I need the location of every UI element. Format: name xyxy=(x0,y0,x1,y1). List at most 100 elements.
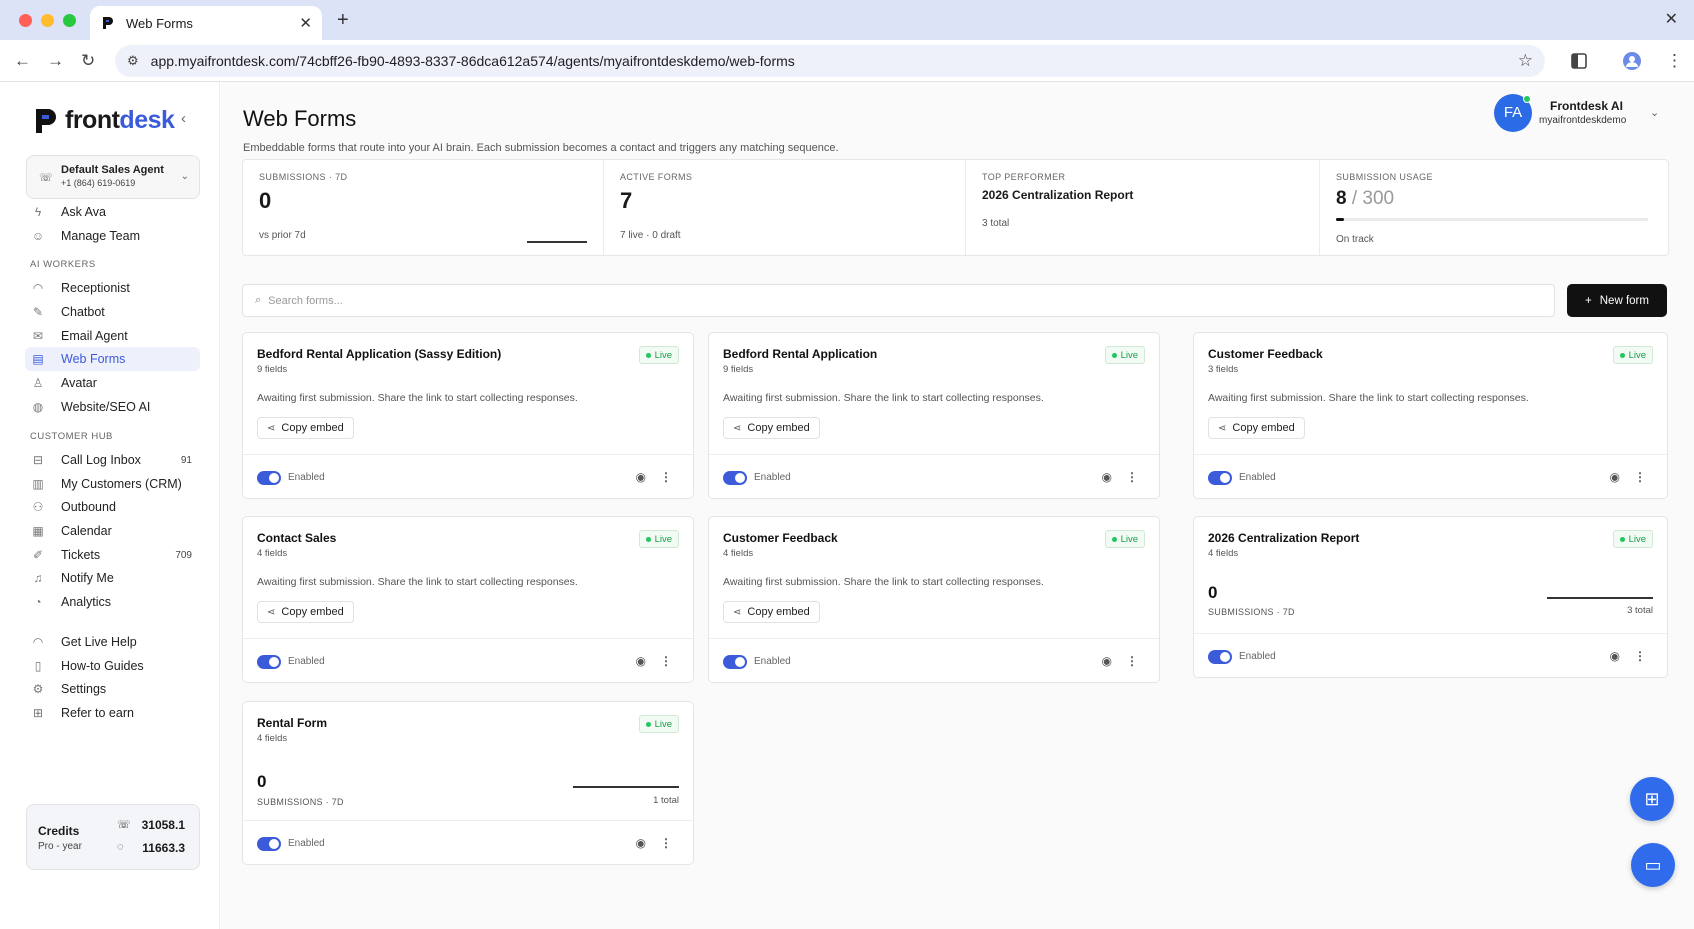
share-icon: ⋖ xyxy=(733,606,742,618)
more-options-icon[interactable]: ⋮ xyxy=(660,470,672,484)
frontdesk-logo[interactable]: front desk xyxy=(33,106,175,135)
preview-eye-icon[interactable]: ◉ xyxy=(636,470,646,484)
nav-notify-me[interactable]: ♫ Notify Me xyxy=(25,566,200,590)
browser-menu-icon[interactable]: ⋮ xyxy=(1666,51,1683,71)
nav-label: Website/SEO AI xyxy=(61,400,151,414)
form-field-count: 9 fields xyxy=(723,364,754,375)
submission-trend-line xyxy=(573,786,679,788)
nav-label: Web Forms xyxy=(61,352,126,366)
form-card[interactable]: Rental Form 4 fields Live 0 SUBMISSIONS … xyxy=(242,701,694,865)
credits-panel[interactable]: Credits Pro - year ☏ 31058.1 ◌ 11663.3 xyxy=(26,804,200,870)
nav-how-to-guides[interactable]: ▯ How-to Guides xyxy=(25,654,200,678)
form-title: Rental Form xyxy=(257,716,328,730)
preview-eye-icon[interactable]: ◉ xyxy=(1102,470,1112,484)
nav-ask-ava[interactable]: ϟ Ask Ava xyxy=(25,200,200,224)
nav-settings[interactable]: ⚙ Settings xyxy=(25,677,200,701)
more-options-icon[interactable]: ⋮ xyxy=(660,836,672,850)
form-card[interactable]: Bedford Rental Application 9 fields Live… xyxy=(708,332,1160,499)
bookmark-star-icon[interactable]: ☆ xyxy=(1518,51,1533,71)
enabled-toggle[interactable] xyxy=(257,837,281,851)
form-card[interactable]: Contact Sales 4 fields Live Awaiting fir… xyxy=(242,516,694,683)
window-close-icon[interactable]: ✕ xyxy=(1665,9,1678,29)
forward-arrow-icon[interactable]: → xyxy=(47,51,64,71)
status-badge: Live xyxy=(638,530,679,548)
form-card[interactable]: Bedford Rental Application (Sassy Editio… xyxy=(242,332,694,499)
nav-web-forms[interactable]: ▤ Web Forms xyxy=(25,347,200,371)
search-input[interactable]: ⌕ Search forms... xyxy=(242,284,1555,317)
tab-title: Web Forms xyxy=(126,15,193,31)
inbox-icon: ⊟ xyxy=(32,453,44,467)
user-menu[interactable]: FA Frontdesk AI myaifrontdeskdemo ⌄ xyxy=(1494,94,1674,134)
stat-active-forms: ACTIVE FORMS 7 7 live · 0 draft xyxy=(604,160,966,255)
nav-email-agent[interactable]: ✉ Email Agent xyxy=(25,324,200,348)
nav-manage-team[interactable]: ☺ Manage Team xyxy=(25,224,200,248)
status-badge: Live xyxy=(1104,346,1145,364)
more-options-icon[interactable]: ⋮ xyxy=(1634,649,1646,663)
preview-eye-icon[interactable]: ◉ xyxy=(1102,654,1112,668)
preview-eye-icon[interactable]: ◉ xyxy=(1610,649,1620,663)
nav-chatbot[interactable]: ✎ Chatbot xyxy=(25,300,200,324)
copy-embed-button[interactable]: ⋖ Copy embed xyxy=(257,417,354,439)
share-icon: ⋖ xyxy=(733,422,742,434)
profile-avatar-icon[interactable] xyxy=(1623,52,1641,70)
enabled-toggle[interactable] xyxy=(1208,650,1232,664)
url-bar[interactable]: ⚙ app.myaifrontdesk.com/74cbff26-fb90-48… xyxy=(115,45,1545,77)
new-tab-icon[interactable]: + xyxy=(337,9,349,32)
nav-outbound[interactable]: ⚇ Outbound xyxy=(25,495,200,519)
more-options-icon[interactable]: ⋮ xyxy=(660,654,672,668)
new-form-button[interactable]: + New form xyxy=(1567,284,1667,317)
enabled-label: Enabled xyxy=(288,656,325,667)
nav-analytics[interactable]: ◔ Analytics xyxy=(25,590,200,614)
collapse-sidebar-icon[interactable]: ‹ xyxy=(181,110,186,127)
preview-eye-icon[interactable]: ◉ xyxy=(636,836,646,850)
enabled-label: Enabled xyxy=(1239,472,1276,483)
submissions-label: SUBMISSIONS · 7D xyxy=(257,797,344,807)
chat-fab-button[interactable]: ▭ xyxy=(1631,843,1675,887)
nav-avatar[interactable]: ♙ Avatar xyxy=(25,371,200,395)
copy-embed-button[interactable]: ⋖ Copy embed xyxy=(257,601,354,623)
enabled-toggle[interactable] xyxy=(1208,471,1232,485)
frontdesk-favicon-icon xyxy=(103,17,113,29)
submissions-label: SUBMISSIONS · 7D xyxy=(1208,607,1295,617)
agent-selector[interactable]: ☏ Default Sales Agent +1 (864) 619-0619 … xyxy=(26,155,200,199)
preview-eye-icon[interactable]: ◉ xyxy=(1610,470,1620,484)
stat-value: 7 xyxy=(620,188,633,213)
more-options-icon[interactable]: ⋮ xyxy=(1126,470,1138,484)
minimize-window-button[interactable] xyxy=(41,14,54,27)
preview-eye-icon[interactable]: ◉ xyxy=(636,654,646,668)
nav-website-seo-ai[interactable]: ◍ Website/SEO AI xyxy=(25,395,200,419)
copy-embed-button[interactable]: ⋖ Copy embed xyxy=(723,417,820,439)
more-options-icon[interactable]: ⋮ xyxy=(1126,654,1138,668)
back-arrow-icon[interactable]: ← xyxy=(14,51,31,71)
close-window-button[interactable] xyxy=(19,14,32,27)
gift-fab-button[interactable]: ⊞ xyxy=(1630,777,1674,821)
nav-calendar[interactable]: ▦ Calendar xyxy=(25,519,200,543)
zoom-window-button[interactable] xyxy=(63,14,76,27)
nav-get-live-help[interactable]: ◠ Get Live Help xyxy=(25,630,200,654)
browser-tab[interactable]: Web Forms ✕ xyxy=(90,6,322,40)
reload-icon[interactable]: ↻ xyxy=(81,51,95,71)
enabled-toggle[interactable] xyxy=(723,655,747,669)
site-settings-icon[interactable]: ⚙ xyxy=(127,53,139,69)
usage-used: 8 xyxy=(1336,188,1347,209)
nav-call-log-inbox[interactable]: ⊟ Call Log Inbox 91 xyxy=(25,448,200,472)
sidepanel-icon[interactable] xyxy=(1570,52,1588,70)
nav-my-customers[interactable]: ▥ My Customers (CRM) xyxy=(25,472,200,496)
enabled-toggle[interactable] xyxy=(723,471,747,485)
phone-icon: ☏ xyxy=(117,819,131,831)
form-title: 2026 Centralization Report xyxy=(1208,531,1360,545)
enabled-toggle[interactable] xyxy=(257,655,281,669)
more-options-icon[interactable]: ⋮ xyxy=(1634,470,1646,484)
nav-tickets[interactable]: ✐ Tickets 709 xyxy=(25,543,200,567)
enabled-toggle[interactable] xyxy=(257,471,281,485)
copy-embed-button[interactable]: ⋖ Copy embed xyxy=(723,601,820,623)
form-card[interactable]: Customer Feedback 3 fields Live Awaiting… xyxy=(1193,332,1668,499)
copy-embed-button[interactable]: ⋖ Copy embed xyxy=(1208,417,1305,439)
tab-close-icon[interactable]: ✕ xyxy=(299,14,312,32)
form-card[interactable]: Customer Feedback 4 fields Live Awaiting… xyxy=(708,516,1160,683)
search-icon: ⌕ xyxy=(255,294,262,306)
form-card[interactable]: 2026 Centralization Report 4 fields Live… xyxy=(1193,516,1668,678)
nav-receptionist[interactable]: ◠ Receptionist xyxy=(25,276,200,300)
nav-refer-to-earn[interactable]: ⊞ Refer to earn xyxy=(25,701,200,725)
awaiting-text: Awaiting first submission. Share the lin… xyxy=(257,392,578,404)
